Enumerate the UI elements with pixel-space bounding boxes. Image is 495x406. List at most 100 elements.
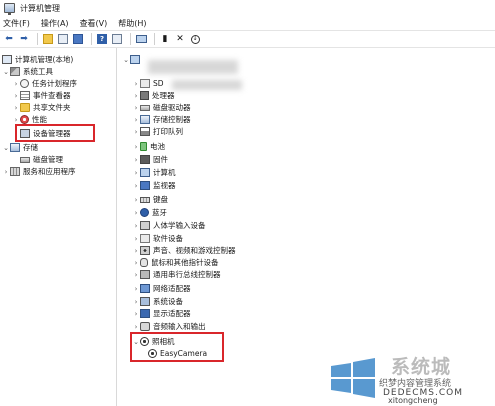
menu-action[interactable]: 操作(A) bbox=[41, 18, 69, 29]
device-category[interactable]: › 通用串行总线控制器 bbox=[132, 269, 221, 280]
device-category[interactable]: › 鼠标和其他指针设备 bbox=[132, 257, 219, 268]
computer-management-icon bbox=[4, 3, 15, 15]
disk-drive-icon bbox=[140, 104, 150, 111]
chevron-right-icon[interactable]: › bbox=[132, 80, 140, 88]
device-category[interactable]: › 电池 bbox=[132, 141, 165, 152]
chevron-right-icon[interactable]: › bbox=[132, 209, 140, 217]
chevron-right-icon[interactable]: › bbox=[132, 182, 140, 190]
device-category[interactable]: › 监视器 bbox=[132, 180, 176, 191]
chevron-right-icon[interactable]: › bbox=[132, 310, 140, 318]
chevron-right-icon[interactable]: › bbox=[132, 222, 140, 230]
details-icon[interactable] bbox=[111, 33, 123, 45]
tree-root-label: 计算机管理(本地) bbox=[15, 55, 74, 64]
redacted-area bbox=[148, 60, 238, 74]
chevron-right-icon[interactable]: › bbox=[132, 259, 140, 267]
chevron-down-icon[interactable]: ⌄ bbox=[122, 56, 130, 64]
device-category[interactable]: › 人体学输入设备 bbox=[132, 220, 206, 231]
help-icon[interactable]: ? bbox=[96, 33, 108, 45]
tree-services-apps[interactable]: › 服务和应用程序 bbox=[2, 166, 76, 177]
clock-icon bbox=[20, 79, 29, 88]
performance-icon bbox=[20, 115, 29, 124]
chevron-right-icon[interactable]: › bbox=[132, 92, 140, 100]
tree-disk-management[interactable]: 磁盘管理 bbox=[20, 154, 63, 165]
tree-task-scheduler[interactable]: › 任务计划程序 bbox=[12, 78, 77, 89]
tree-task-scheduler-label: 任务计划程序 bbox=[32, 79, 77, 88]
chevron-right-icon[interactable]: › bbox=[2, 168, 10, 176]
services-icon bbox=[10, 167, 20, 176]
device-category[interactable]: › 显示适配器 bbox=[132, 308, 191, 319]
device-category[interactable]: › 系统设备 bbox=[132, 296, 183, 307]
camera-highlight bbox=[130, 332, 224, 362]
bluetooth-icon bbox=[140, 208, 149, 217]
device-category[interactable]: › 存储控制器 bbox=[132, 114, 191, 125]
download-icon[interactable]: ↓ bbox=[189, 33, 201, 45]
chevron-right-icon[interactable]: › bbox=[132, 271, 140, 279]
menu-help[interactable]: 帮助(H) bbox=[118, 18, 146, 29]
list-view-icon[interactable] bbox=[72, 33, 84, 45]
device-category[interactable]: › 软件设备 bbox=[132, 233, 183, 244]
chevron-right-icon[interactable]: › bbox=[132, 196, 140, 204]
device-category[interactable]: › 音频输入和输出 bbox=[132, 321, 206, 332]
device-category[interactable]: › 打印队列 bbox=[132, 126, 183, 137]
device-category-label: 人体学输入设备 bbox=[153, 221, 206, 230]
device-category[interactable]: › 网络适配器 bbox=[132, 283, 191, 294]
enable-device-icon[interactable]: ▮ bbox=[159, 33, 171, 45]
speaker-icon bbox=[140, 246, 150, 255]
tree-storage-label: 存储 bbox=[23, 143, 38, 152]
chevron-right-icon[interactable]: › bbox=[132, 285, 140, 293]
device-category[interactable]: › 处理器 bbox=[132, 90, 175, 101]
audio-io-icon bbox=[140, 322, 150, 331]
software-device-icon bbox=[140, 234, 150, 243]
event-log-icon bbox=[20, 91, 30, 100]
device-category[interactable]: › 键盘 bbox=[132, 194, 168, 205]
remove-device-icon[interactable]: ✕ bbox=[174, 33, 186, 45]
chevron-right-icon[interactable]: › bbox=[132, 298, 140, 306]
chevron-right-icon[interactable]: › bbox=[132, 143, 140, 151]
device-computer-root[interactable]: ⌄ bbox=[122, 54, 143, 65]
menu-view[interactable]: 查看(V) bbox=[80, 18, 108, 29]
forward-arrow-icon[interactable]: ➡ bbox=[18, 33, 30, 45]
device-category[interactable]: › 蓝牙 bbox=[132, 207, 167, 218]
chevron-right-icon[interactable]: › bbox=[132, 323, 140, 331]
redacted-area bbox=[172, 80, 242, 90]
back-arrow-icon[interactable]: ⬅ bbox=[3, 33, 15, 45]
tree-root[interactable]: 计算机管理(本地) bbox=[2, 54, 73, 65]
chevron-right-icon[interactable]: › bbox=[132, 156, 140, 164]
properties-icon[interactable] bbox=[57, 33, 69, 45]
chevron-right-icon[interactable]: › bbox=[12, 116, 20, 124]
device-category[interactable]: › SD bbox=[132, 78, 164, 89]
mouse-icon bbox=[140, 258, 148, 267]
device-category-label: 磁盘驱动器 bbox=[153, 103, 191, 112]
monitor-icon[interactable] bbox=[135, 33, 147, 45]
chevron-down-icon[interactable]: ⌄ bbox=[2, 68, 10, 76]
menu-file[interactable]: 文件(F) bbox=[3, 18, 30, 29]
printer-icon bbox=[140, 127, 150, 136]
tree-shared-folders[interactable]: › 共享文件夹 bbox=[12, 102, 71, 113]
toolbar-divider bbox=[130, 33, 131, 45]
watermark-main-text: 系统城 bbox=[391, 356, 452, 378]
tree-event-viewer[interactable]: › 事件查看器 bbox=[12, 90, 71, 101]
chevron-right-icon[interactable]: › bbox=[12, 80, 20, 88]
chevron-right-icon[interactable]: › bbox=[132, 128, 140, 136]
device-category[interactable]: › 固件 bbox=[132, 154, 168, 165]
monitor-icon bbox=[140, 181, 150, 190]
computer-management-icon bbox=[2, 55, 12, 64]
device-category[interactable]: › 声音、视频和游戏控制器 bbox=[132, 245, 236, 256]
chevron-right-icon[interactable]: › bbox=[12, 92, 20, 100]
chevron-right-icon[interactable]: › bbox=[132, 116, 140, 124]
storage-controller-icon bbox=[140, 115, 150, 124]
device-category-label: 计算机 bbox=[153, 168, 176, 177]
chevron-right-icon[interactable]: › bbox=[132, 235, 140, 243]
chevron-right-icon[interactable]: › bbox=[132, 104, 140, 112]
tree-storage[interactable]: ⌄ 存储 bbox=[2, 142, 38, 153]
chevron-right-icon[interactable]: › bbox=[12, 104, 20, 112]
folder-up-icon[interactable] bbox=[42, 33, 54, 45]
system-device-icon bbox=[140, 297, 150, 306]
device-category-label: 打印队列 bbox=[153, 127, 183, 136]
chevron-right-icon[interactable]: › bbox=[132, 247, 140, 255]
device-category[interactable]: › 计算机 bbox=[132, 167, 176, 178]
device-category[interactable]: › 磁盘驱动器 bbox=[132, 102, 191, 113]
chevron-right-icon[interactable]: › bbox=[132, 169, 140, 177]
chevron-down-icon[interactable]: ⌄ bbox=[2, 144, 10, 152]
tree-system-tools[interactable]: ⌄ 系统工具 bbox=[2, 66, 53, 77]
